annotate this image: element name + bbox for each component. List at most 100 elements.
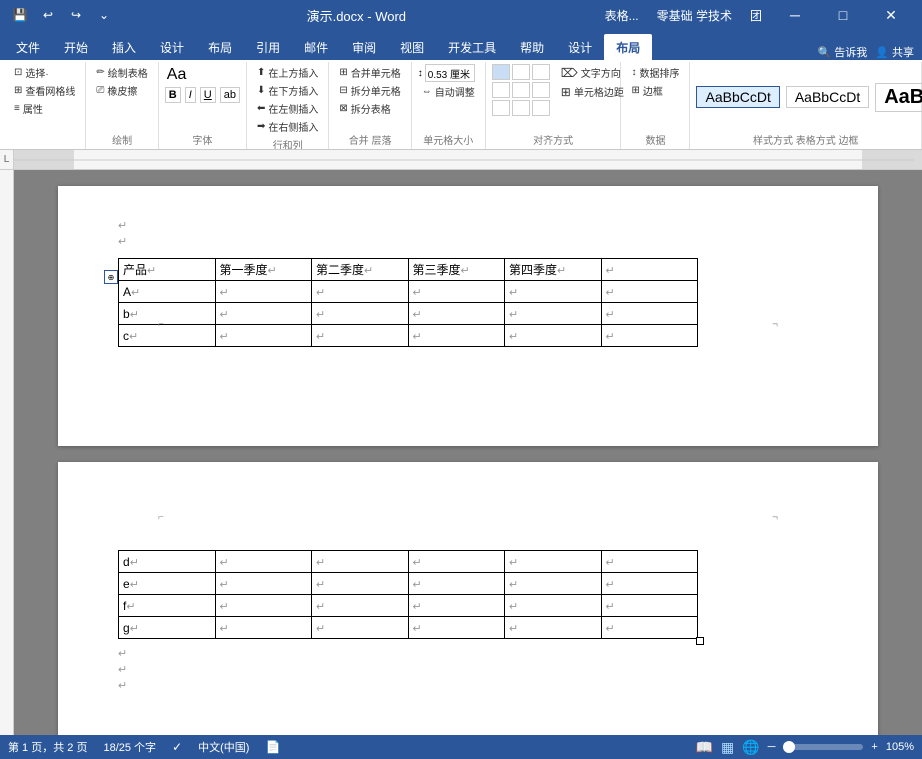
menu-layout[interactable]: 布局 bbox=[196, 34, 244, 60]
auto-fit-btn[interactable]: ⇔ 自动调整 bbox=[418, 83, 479, 100]
cell-g-2[interactable]: ↵ bbox=[215, 617, 312, 639]
split-table-btn[interactable]: ⊠ 拆分表格 bbox=[335, 100, 404, 117]
cell-g-1[interactable]: g↵ bbox=[119, 617, 216, 639]
redo-button[interactable]: ↪ bbox=[64, 3, 88, 27]
cell-e-4[interactable]: ↵ bbox=[408, 573, 505, 595]
scroll-area[interactable]: ↵ ↵ ⊕ 产品↵ 第一季度↵ 第二季度↵ 第三季度↵ 第四季度↵ ↵ bbox=[14, 170, 922, 735]
align-middle-center[interactable] bbox=[512, 82, 530, 98]
cell-f-4[interactable]: ↵ bbox=[408, 595, 505, 617]
cell-a-1[interactable]: A↵ bbox=[119, 281, 216, 303]
menu-view[interactable]: 视图 bbox=[388, 34, 436, 60]
cell-g-5[interactable]: ↵ bbox=[505, 617, 602, 639]
cell-g-3[interactable]: ↵ bbox=[312, 617, 409, 639]
cell-a-5[interactable]: ↵ bbox=[505, 281, 602, 303]
zoom-slider[interactable] bbox=[783, 744, 863, 750]
draw-table-btn[interactable]: ✏ 绘制表格 bbox=[92, 64, 151, 81]
header-col-5[interactable]: 第四季度↵ bbox=[505, 259, 602, 281]
external-tab1[interactable]: 表格... bbox=[597, 7, 647, 24]
text-direction-btn[interactable]: ⌦ 文字方向 bbox=[557, 64, 628, 81]
cell-d-6[interactable]: ↵ bbox=[601, 551, 698, 573]
cell-b-4[interactable]: ↵ bbox=[408, 303, 505, 325]
menu-design[interactable]: 设计 bbox=[148, 34, 196, 60]
view-grid-btn[interactable]: ⊞ 查看网格线 bbox=[10, 82, 79, 99]
cell-f-5[interactable]: ↵ bbox=[505, 595, 602, 617]
header-col-1[interactable]: 产品↵ bbox=[119, 259, 216, 281]
minimize-button[interactable]: ─ bbox=[772, 0, 818, 30]
zoom-minus[interactable]: ─ bbox=[768, 741, 776, 753]
style-aabbcc1[interactable]: AaBbCcDt bbox=[696, 86, 779, 108]
menu-insert[interactable]: 插入 bbox=[100, 34, 148, 60]
read-mode-icon[interactable]: 📖 bbox=[696, 739, 713, 756]
cell-c-3[interactable]: ↵ bbox=[312, 325, 409, 347]
cell-b-2[interactable]: ↵ bbox=[215, 303, 312, 325]
cell-f-2[interactable]: ↵ bbox=[215, 595, 312, 617]
cell-d-3[interactable]: ↵ bbox=[312, 551, 409, 573]
italic-btn[interactable]: I bbox=[185, 87, 196, 103]
align-bottom-right[interactable] bbox=[532, 100, 550, 116]
properties-btn[interactable]: ≡ 属性 bbox=[10, 100, 79, 117]
cell-b-3[interactable]: ↵ bbox=[312, 303, 409, 325]
print-layout-icon[interactable]: ▦ bbox=[721, 739, 734, 756]
maximize-button[interactable]: □ bbox=[820, 0, 866, 30]
table-move-handle[interactable]: ⊕ bbox=[104, 270, 118, 284]
insert-left-btn[interactable]: ⬅ 在左侧插入 bbox=[253, 100, 322, 117]
menu-home[interactable]: 开始 bbox=[52, 34, 100, 60]
cell-f-1[interactable]: f↵ bbox=[119, 595, 216, 617]
menu-help[interactable]: 帮助 bbox=[508, 34, 556, 60]
cell-height-input[interactable] bbox=[425, 64, 475, 82]
style-aabi[interactable]: AaBl bbox=[875, 83, 922, 112]
cell-b-5[interactable]: ↵ bbox=[505, 303, 602, 325]
insert-above-btn[interactable]: ⬆ 在上方插入 bbox=[253, 64, 322, 81]
cell-e-3[interactable]: ↵ bbox=[312, 573, 409, 595]
cell-c-6[interactable]: ↵ bbox=[601, 325, 698, 347]
header-col-2[interactable]: 第一季度↵ bbox=[215, 259, 312, 281]
cell-e-1[interactable]: e↵ bbox=[119, 573, 216, 595]
cell-c-2[interactable]: ↵ bbox=[215, 325, 312, 347]
close-button[interactable]: ✕ bbox=[868, 0, 914, 30]
cell-f-6[interactable]: ↵ bbox=[601, 595, 698, 617]
split-cells-btn[interactable]: ⊟ 拆分单元格 bbox=[335, 82, 404, 99]
align-top-center[interactable] bbox=[512, 64, 530, 80]
bold-btn[interactable]: B bbox=[165, 87, 181, 103]
cell-c-1[interactable]: c↵ bbox=[119, 325, 216, 347]
lang-info[interactable]: 中文(中国) bbox=[198, 739, 249, 755]
menu-table-design[interactable]: 设计 bbox=[556, 34, 604, 60]
save-button[interactable]: 💾 bbox=[8, 3, 32, 27]
insert-below-btn[interactable]: ⬇ 在下方插入 bbox=[253, 82, 322, 99]
cell-d-1[interactable]: d↵ bbox=[119, 551, 216, 573]
merge-cells-btn[interactable]: ⊞ 合并单元格 bbox=[335, 64, 404, 81]
align-top-left[interactable] bbox=[492, 64, 510, 80]
zoom-level[interactable]: 105% bbox=[886, 741, 914, 753]
header-col-3[interactable]: 第二季度↵ bbox=[312, 259, 409, 281]
align-top-right[interactable] bbox=[532, 64, 550, 80]
style-aabbcc2[interactable]: AaBbCcDt bbox=[786, 86, 869, 108]
external-tab2[interactable]: 零基础 学技术 bbox=[649, 7, 740, 24]
cell-a-2[interactable]: ↵ bbox=[215, 281, 312, 303]
menu-developer[interactable]: 开发工具 bbox=[436, 34, 508, 60]
cell-g-6[interactable]: ↵ bbox=[601, 617, 698, 639]
insert-right-btn[interactable]: ➡ 在右侧插入 bbox=[253, 118, 322, 135]
menu-references[interactable]: 引用 bbox=[244, 34, 292, 60]
zoom-plus[interactable]: + bbox=[871, 741, 877, 753]
sort-btn[interactable]: ↕ 数据排序 bbox=[627, 64, 683, 81]
strikethrough-btn[interactable]: ab bbox=[220, 87, 240, 103]
menu-review[interactable]: 审阅 bbox=[340, 34, 388, 60]
undo-button[interactable]: ↩ bbox=[36, 3, 60, 27]
table-resize-handle[interactable] bbox=[696, 637, 704, 645]
cell-f-3[interactable]: ↵ bbox=[312, 595, 409, 617]
cell-g-4[interactable]: ↵ bbox=[408, 617, 505, 639]
align-middle-left[interactable] bbox=[492, 82, 510, 98]
cell-b-1[interactable]: b↵ bbox=[119, 303, 216, 325]
menu-table-layout[interactable]: 布局 bbox=[604, 34, 652, 60]
help-search[interactable]: 🔍 告诉我 bbox=[817, 44, 867, 60]
cell-d-4[interactable]: ↵ bbox=[408, 551, 505, 573]
external-tab3[interactable]: 团 bbox=[742, 7, 770, 24]
align-middle-right[interactable] bbox=[532, 82, 550, 98]
underline-btn[interactable]: U bbox=[200, 87, 216, 103]
customize-qat[interactable]: ⌄ bbox=[92, 3, 116, 27]
share-button[interactable]: 👤 共享 bbox=[875, 44, 914, 60]
align-bottom-center[interactable] bbox=[512, 100, 530, 116]
cell-d-2[interactable]: ↵ bbox=[215, 551, 312, 573]
select-btn[interactable]: ⊡ 选择· bbox=[10, 64, 79, 81]
cell-c-5[interactable]: ↵ bbox=[505, 325, 602, 347]
